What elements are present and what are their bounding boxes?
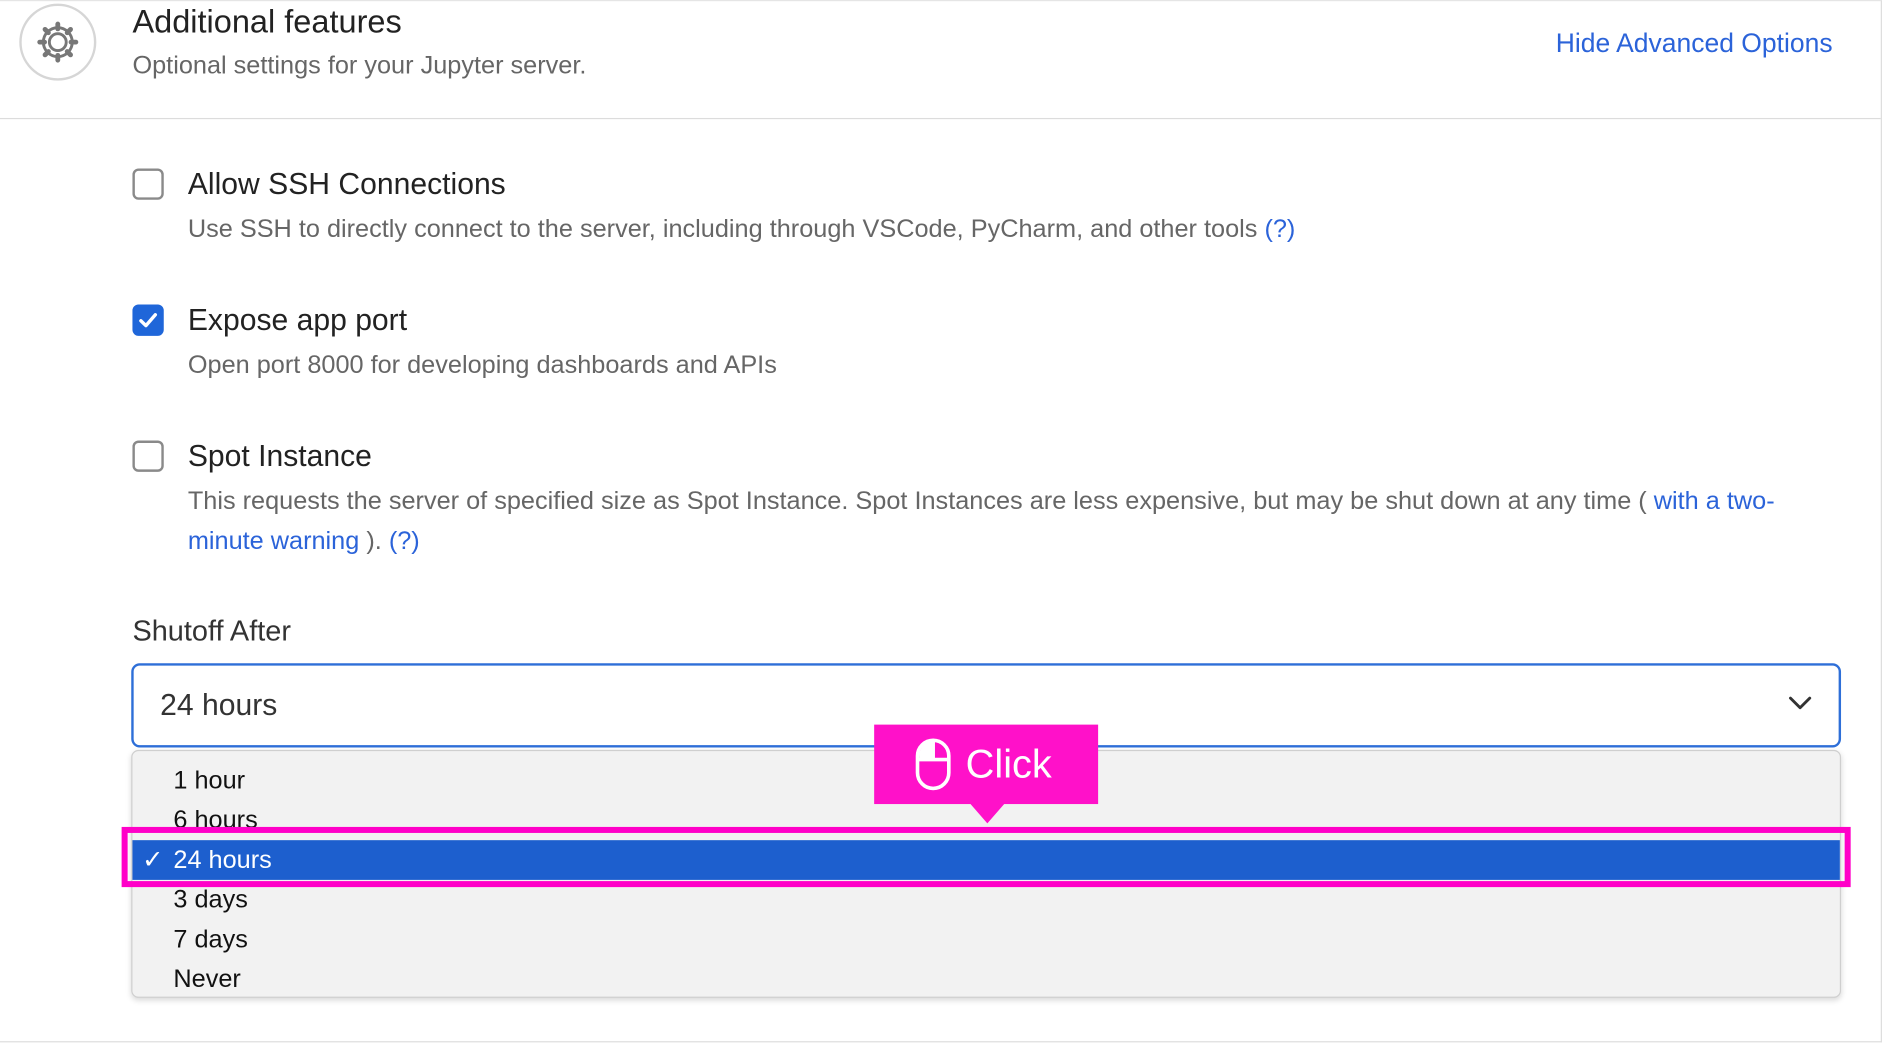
shutoff-selected-value: 24 hours xyxy=(160,687,278,722)
gear-icon xyxy=(37,21,79,63)
tooltip-arrow xyxy=(970,804,1005,824)
stage: Additional features Optional settings fo… xyxy=(0,0,1888,1046)
dropdown-option-7-days[interactable]: 7 days xyxy=(132,920,1839,960)
section-header: Additional features Optional settings fo… xyxy=(0,1,1881,120)
click-annotation-label: Click xyxy=(965,741,1052,787)
dropdown-option-never[interactable]: Never xyxy=(132,959,1839,999)
click-highlight-box xyxy=(121,826,1851,888)
spot-help-link[interactable]: (?) xyxy=(389,527,420,555)
spot-instance-option-label: Spot Instance xyxy=(187,439,372,474)
ssh-help-link[interactable]: (?) xyxy=(1264,215,1295,243)
mouse-icon xyxy=(915,738,951,791)
ssh-option-description: Use SSH to directly connect to the serve… xyxy=(187,215,1296,244)
ssh-checkbox[interactable] xyxy=(132,168,164,200)
app-port-option-label: Expose app port xyxy=(187,303,408,338)
app-port-option-description: Open port 8000 for developing dashboards… xyxy=(187,351,777,380)
section-subtitle: Optional settings for your Jupyter serve… xyxy=(132,51,587,80)
spot-instance-checkbox[interactable] xyxy=(132,440,164,472)
section-title: Additional features xyxy=(132,3,402,40)
click-annotation-tooltip: Click xyxy=(874,724,1099,805)
shutoff-label: Shutoff After xyxy=(132,615,291,648)
hide-advanced-options-link[interactable]: Hide Advanced Options xyxy=(1556,28,1833,59)
gear-icon-badge xyxy=(19,3,97,81)
app-port-checkbox[interactable] xyxy=(132,304,164,336)
ssh-option-label: Allow SSH Connections xyxy=(187,167,506,202)
spot-instance-option-description: This requests the server of specified si… xyxy=(187,487,1775,555)
check-icon xyxy=(139,313,158,328)
chevron-down-icon xyxy=(1789,696,1812,710)
